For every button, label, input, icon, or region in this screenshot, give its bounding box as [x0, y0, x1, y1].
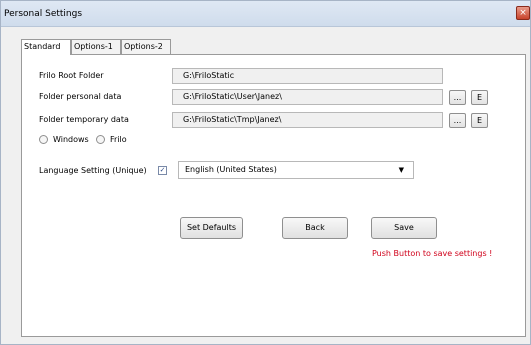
browse-personal-button[interactable]: ...	[449, 90, 466, 105]
language-select[interactable]: English (United States) ▼	[178, 161, 414, 179]
chevron-down-icon: ▼	[398, 166, 404, 174]
root-folder-field: G:\FriloStatic	[172, 68, 443, 84]
window-title: Personal Settings	[4, 9, 83, 19]
explore-temp-button[interactable]: E	[471, 113, 488, 128]
language-unique-checkbox[interactable]: ✓	[158, 166, 167, 175]
language-select-value: English (United States)	[185, 165, 277, 174]
save-button[interactable]: Save	[371, 217, 437, 239]
tab-options-2[interactable]: Options-2	[121, 39, 171, 54]
personal-settings-window: Personal Settings × Standard Options-1 O…	[0, 0, 531, 345]
browse-temp-button[interactable]: ...	[449, 113, 466, 128]
back-button[interactable]: Back	[282, 217, 348, 239]
tab-options-1[interactable]: Options-1	[71, 39, 121, 54]
radio-windows-label: Windows	[53, 135, 89, 144]
explore-personal-button[interactable]: E	[471, 90, 488, 105]
personal-folder-field[interactable]: G:\FriloStatic\User\Janez\	[172, 89, 443, 105]
close-button[interactable]: ×	[516, 6, 530, 20]
root-folder-label: Frilo Root Folder	[39, 71, 104, 80]
radio-frilo-label: Frilo	[110, 135, 127, 144]
title-bar: Personal Settings ×	[1, 1, 530, 27]
set-defaults-button[interactable]: Set Defaults	[180, 217, 243, 239]
temp-folder-label: Folder temporary data	[39, 115, 129, 124]
standard-panel: Frilo Root Folder G:\FriloStatic Folder …	[21, 54, 526, 337]
personal-folder-label: Folder personal data	[39, 92, 122, 101]
save-hint-text: Push Button to save settings !	[372, 249, 493, 258]
radio-windows[interactable]	[39, 135, 48, 144]
temp-folder-field[interactable]: G:\FriloStatic\Tmp\Janez\	[172, 112, 443, 128]
language-label: Language Setting (Unique)	[39, 166, 147, 175]
tab-standard[interactable]: Standard	[21, 39, 71, 55]
radio-frilo[interactable]	[96, 135, 105, 144]
